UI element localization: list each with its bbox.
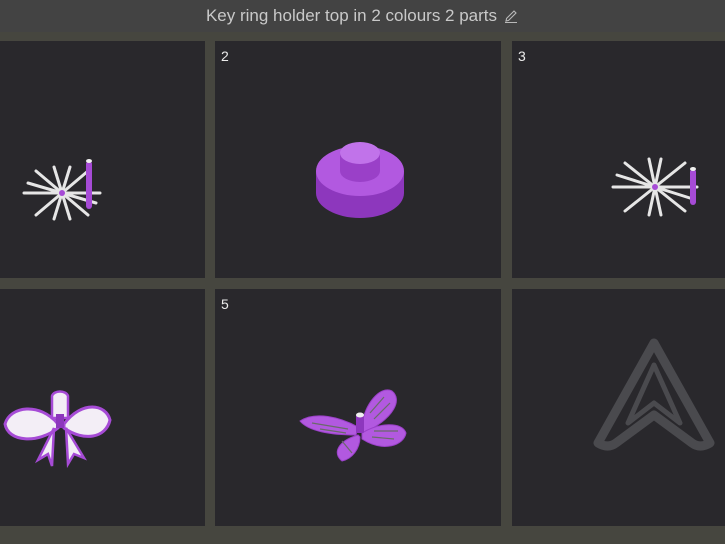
bow-model[interactable] bbox=[0, 289, 205, 526]
spoke-wheel-model[interactable] bbox=[512, 41, 725, 278]
title-bar: Key ring holder top in 2 colours 2 parts bbox=[0, 0, 725, 32]
plate-3[interactable]: 3 bbox=[512, 41, 725, 278]
title-divider bbox=[0, 32, 725, 41]
disc-cap-model[interactable] bbox=[215, 41, 501, 278]
project-title[interactable]: Key ring holder top in 2 colours 2 parts bbox=[206, 6, 497, 26]
bottom-frame bbox=[0, 526, 725, 544]
plate-2[interactable]: 2 bbox=[215, 41, 501, 278]
pencil-icon[interactable] bbox=[503, 8, 519, 24]
plate-6[interactable] bbox=[512, 289, 725, 526]
plate-5[interactable]: 5 bbox=[215, 289, 501, 526]
plate-4[interactable] bbox=[0, 289, 205, 526]
plate-1[interactable] bbox=[0, 41, 205, 278]
arrow-logo-model[interactable] bbox=[512, 289, 725, 526]
butterfly-model[interactable] bbox=[215, 289, 501, 526]
spoke-wheel-model[interactable] bbox=[0, 41, 205, 278]
